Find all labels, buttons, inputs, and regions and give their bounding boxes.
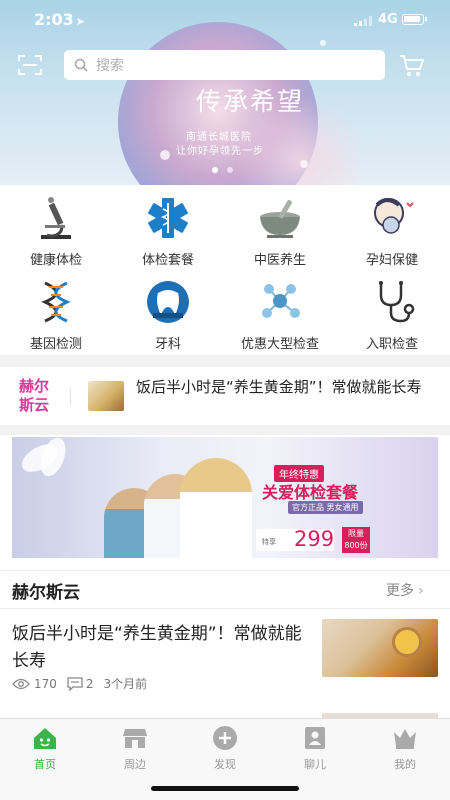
tab-discover[interactable]: 发现: [180, 725, 270, 772]
article-meta: 170 2 3个月前: [12, 675, 157, 692]
status-time-text: 2:03: [34, 10, 74, 29]
category-grid: 健康体检 体检套餐 中医养生 孕妇保健 基因检测 牙科 优惠大型检查 入职检查: [0, 185, 450, 355]
status-time: 2:03 ➤: [34, 10, 85, 29]
dna-icon: [31, 279, 81, 325]
lily-decor: [35, 437, 71, 480]
more-link-label: 更多: [386, 583, 414, 599]
ticker-divider: [70, 388, 71, 406]
signal-icon: [354, 16, 372, 26]
promo-banner[interactable]: 年终特惠 关爱体检套餐 官方正品 男女通用 特享 299 限量 800份: [12, 437, 438, 558]
banner-decor-dot: [300, 160, 308, 168]
store-icon: [122, 725, 148, 751]
home-icon: [32, 725, 58, 751]
network-type: 4G: [378, 12, 398, 27]
plus-circle-icon: [212, 725, 238, 751]
tab-mine[interactable]: 我的: [360, 725, 450, 772]
news-ticker[interactable]: 赫尔斯云 饭后半小时是“养生黄金期”！常做就能长寿: [0, 367, 450, 425]
microscope-icon: [31, 195, 81, 241]
banner-slogan: 传承希望: [196, 87, 305, 116]
promo-title: 关爱体检套餐: [262, 483, 359, 502]
category-item-dental[interactable]: 牙科: [112, 271, 224, 355]
price-prefix: 特享: [262, 538, 276, 546]
promo-tagline: 官方正品 男女通用: [288, 501, 363, 514]
ticker-headline[interactable]: 饭后半小时是“养生黄金期”！常做就能长寿: [136, 377, 426, 397]
comment-icon: [67, 676, 83, 691]
category-label: 中医养生: [253, 253, 306, 268]
category-item-employment-exam[interactable]: 入职检查: [336, 271, 448, 355]
molecule-icon: [255, 279, 305, 325]
location-arrow-icon: ➤: [75, 15, 86, 28]
category-item-health-checkup[interactable]: 健康体检: [0, 187, 112, 271]
tab-label: 我的: [394, 758, 416, 771]
tab-label: 发现: [214, 758, 236, 771]
banner-tagline: 让你好孕领先一步: [176, 146, 264, 157]
medical-caduceus-icon: [143, 195, 193, 241]
tooth-icon: [143, 279, 193, 325]
section-title: 赫尔斯云: [12, 583, 80, 603]
battery-icon: [402, 14, 427, 25]
scan-icon[interactable]: [18, 54, 42, 76]
category-label: 体检套餐: [141, 253, 194, 268]
mortar-pestle-icon: [255, 195, 305, 241]
ticker-thumbnail: [88, 381, 124, 411]
article-time: 3个月前: [103, 677, 148, 691]
category-label: 基因检测: [29, 337, 82, 352]
section-divider: [0, 425, 450, 435]
article-thumbnail: [322, 619, 438, 677]
search-placeholder: 搜索: [96, 58, 124, 74]
tab-label: 周边: [124, 758, 146, 771]
cart-icon[interactable]: [399, 54, 425, 78]
more-link[interactable]: 更多 ›: [386, 580, 424, 600]
tab-chat[interactable]: 聊儿: [270, 725, 360, 772]
section-divider: [0, 570, 450, 571]
article-card[interactable]: 饭后半小时是“养生黄金期”！常做就能长寿 170 2 3个月前: [0, 609, 450, 709]
ticker-brand: 赫尔斯云: [19, 377, 50, 414]
category-label: 牙科: [154, 337, 181, 352]
doctor-figure-main: [180, 458, 252, 558]
tab-nearby[interactable]: 周边: [90, 725, 180, 772]
app-screen: 传承希望 南通长城医院 让你好孕领先一步 2:03 ➤ 4G 搜索 健康体检 体…: [0, 0, 450, 800]
banner-decor-dot: [320, 40, 326, 46]
stethoscope-icon: [367, 279, 417, 325]
tab-home[interactable]: 首页: [0, 725, 90, 772]
home-indicator: [151, 786, 299, 791]
banner-decor-dot: [160, 150, 170, 160]
category-label: 入职检查: [365, 337, 418, 352]
eye-icon: [12, 678, 30, 689]
search-input[interactable]: 搜索: [64, 50, 385, 80]
category-item-gene-test[interactable]: 基因检测: [0, 271, 112, 355]
chevron-right-icon: ›: [418, 583, 424, 599]
tab-label: 首页: [34, 758, 56, 771]
promo-section: 年终特惠 关爱体检套餐 官方正品 男女通用 特享 299 限量 800份: [0, 435, 450, 570]
article-title[interactable]: 饭后半小时是“养生黄金期”！常做就能长寿: [12, 621, 312, 675]
status-bar: 2:03 ➤ 4G: [0, 0, 450, 40]
category-label: 健康体检: [29, 253, 82, 268]
banner-hospital-name: 南通长城医院: [186, 132, 252, 143]
category-label: 优惠大型检查: [240, 337, 319, 352]
category-item-maternity[interactable]: 孕妇保健: [336, 187, 448, 271]
tab-label: 聊儿: [304, 758, 326, 771]
category-item-checkup-package[interactable]: 体检套餐: [112, 187, 224, 271]
crown-icon: [392, 725, 418, 751]
promo-limit-badge: 限量 800份: [342, 527, 370, 553]
tea-cup-decor: [392, 627, 422, 657]
pregnant-woman-icon: [367, 195, 417, 241]
category-item-discount-exam[interactable]: 优惠大型检查: [224, 271, 336, 355]
promo-price: 299: [294, 527, 335, 551]
banner-page-indicator: [212, 167, 233, 173]
search-icon: [74, 58, 88, 72]
category-label: 孕妇保健: [365, 253, 418, 268]
contact-card-icon: [302, 725, 328, 751]
section-divider: [0, 355, 450, 367]
view-count: 170: [34, 676, 57, 691]
banner-dot-active[interactable]: [212, 167, 218, 173]
category-item-tcm[interactable]: 中医养生: [224, 187, 336, 271]
banner-dot[interactable]: [227, 167, 233, 173]
comment-count: 2: [85, 676, 94, 691]
